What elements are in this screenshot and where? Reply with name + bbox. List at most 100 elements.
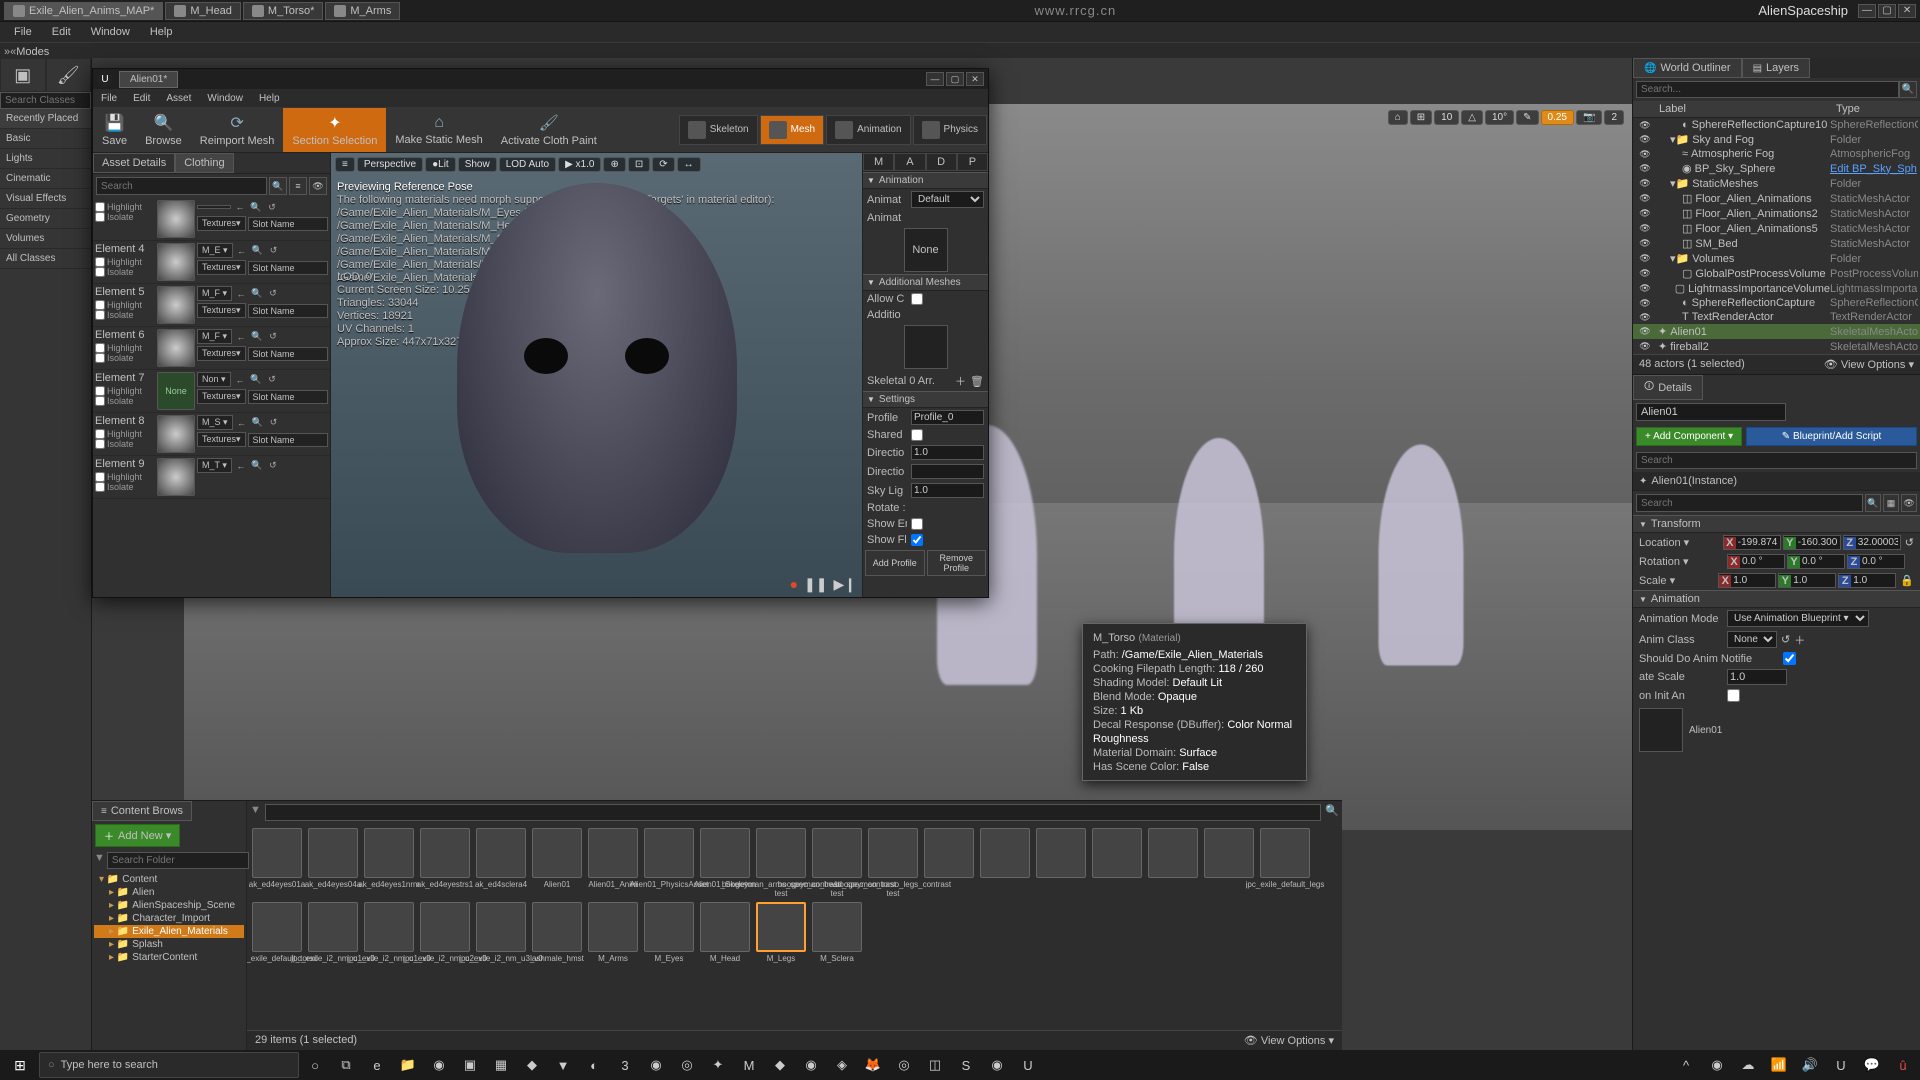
outliner-row[interactable]: 👁▾📁Sky and FogFolder [1633, 132, 1920, 147]
viewport-pill[interactable]: △ [1461, 110, 1483, 125]
clear-array-icon[interactable]: 🗑 [970, 375, 984, 388]
folder-tree-item[interactable]: ▸ 📁 AlienSpaceship_Scene [94, 899, 244, 912]
highlight-checkbox[interactable] [95, 386, 105, 396]
viewport-pill[interactable]: 2 [1604, 110, 1624, 125]
start-button[interactable]: ⊞ [2, 1051, 38, 1079]
visibility-toggle-icon[interactable]: 👁 [1635, 341, 1655, 352]
init-anim-checkbox[interactable] [1727, 689, 1740, 702]
component-list-item[interactable]: ✦ Alien01(Instance) [1633, 472, 1920, 491]
browse-icon[interactable]: ← [235, 416, 249, 430]
outliner-row[interactable]: 👁▾📁StaticMeshesFolder [1633, 176, 1920, 191]
asset-tile[interactable] [1035, 828, 1087, 898]
textures-dropdown[interactable]: Textures▾ [197, 389, 246, 404]
category-volumes[interactable]: Volumes [0, 229, 91, 249]
matrix-icon[interactable]: ▦ [1883, 494, 1899, 512]
location-x-input[interactable] [1736, 536, 1780, 549]
tray-icon[interactable]: ☁ [1733, 1051, 1763, 1079]
reset-icon[interactable]: ↺ [267, 416, 281, 430]
browse-icon[interactable]: ← [233, 373, 247, 387]
tab-content-browser[interactable]: ≡ Content Brows [92, 801, 192, 821]
highlight-checkbox[interactable] [95, 202, 105, 212]
content-view-options[interactable]: 👁 View Options ▾ [1244, 1034, 1334, 1047]
visibility-toggle-icon[interactable]: 👁 [1635, 283, 1655, 294]
visibility-toggle-icon[interactable]: 👁 [1635, 163, 1655, 174]
remove-profile-button[interactable]: Remove Profile [927, 550, 987, 576]
rate-scale-input[interactable] [1727, 669, 1787, 685]
float-menu-edit[interactable]: Edit [125, 91, 158, 106]
isolate-checkbox[interactable] [95, 212, 105, 222]
search-icon[interactable]: 🔍 [1899, 81, 1917, 98]
asset-tile[interactable]: ak_ed4eyes01a [251, 828, 303, 898]
visibility-toggle-icon[interactable]: 👁 [1635, 149, 1655, 160]
visibility-toggle-icon[interactable]: 👁 [1635, 326, 1655, 337]
skeletal-mesh-thumbnail[interactable] [1639, 708, 1683, 752]
tab-asset-details[interactable]: Asset Details [93, 153, 175, 173]
tab-clothing[interactable]: Clothing [175, 153, 233, 173]
material-dropdown[interactable]: M_F ▾ [197, 286, 232, 301]
viewport-option-button[interactable]: LOD Auto [499, 157, 556, 172]
taskbar-search-input[interactable]: ○ Type here to search [39, 1052, 299, 1078]
folder-tree-item[interactable]: ▸ 📁 Exile_Alien_Materials [94, 925, 244, 938]
direction-input-2[interactable] [911, 464, 984, 479]
category-all-classes[interactable]: All Classes [0, 249, 91, 269]
viewport-pill[interactable]: ✎ [1516, 110, 1538, 125]
slot-name-input[interactable]: Slot Name [248, 304, 328, 318]
browse-icon[interactable]: ＋ [1794, 632, 1805, 648]
window-close-button[interactable]: ✕ [1898, 4, 1916, 18]
use-icon[interactable]: 🔍 [251, 416, 265, 430]
rotation-z-input[interactable] [1860, 555, 1904, 568]
reset-icon[interactable]: ↺ [1905, 536, 1914, 549]
animation-slot[interactable]: None [904, 228, 948, 272]
reset-icon[interactable]: ↺ [265, 373, 279, 387]
isolate-checkbox[interactable] [95, 267, 105, 277]
float-menu-window[interactable]: Window [199, 91, 251, 106]
tab-world-outliner[interactable]: 🌐 World Outliner [1633, 58, 1742, 78]
textures-dropdown[interactable]: Textures▾ [197, 432, 246, 447]
material-thumbnail[interactable] [157, 200, 195, 238]
app-icon[interactable]: ◫ [920, 1051, 950, 1079]
play-forward-button[interactable]: ▶❙ [834, 576, 857, 593]
search-assets-input[interactable] [265, 804, 1321, 821]
cortana-icon[interactable]: ○ [300, 1051, 330, 1079]
allow-custom-checkbox[interactable] [911, 293, 923, 305]
outliner-row[interactable]: 👁≈Atmospheric FogAtmosphericFog [1633, 147, 1920, 161]
folder-tree-item[interactable]: ▾ 📁 Content [94, 873, 244, 886]
outliner-view-options[interactable]: 👁 View Options ▾ [1824, 358, 1914, 371]
material-dropdown[interactable] [197, 205, 231, 209]
folder-tree-item[interactable]: ▸ 📁 Splash [94, 938, 244, 951]
outliner-row[interactable]: 👁▾📁VolumesFolder [1633, 251, 1920, 266]
asset-tile[interactable]: jpc_exile_default_legs [1259, 828, 1311, 898]
location-z-input[interactable] [1856, 536, 1900, 549]
activate-cloth-paint-button[interactable]: 🖌Activate Cloth Paint [492, 108, 606, 152]
animation-mode-select[interactable]: Default [911, 191, 984, 208]
app-icon[interactable]: ◉ [641, 1051, 671, 1079]
save-button[interactable]: 💾Save [93, 108, 136, 152]
record-button[interactable]: ● [790, 576, 798, 593]
highlight-checkbox[interactable] [95, 472, 105, 482]
scale-y-input[interactable] [1791, 574, 1835, 587]
outliner-row[interactable]: 👁◐SphereReflectionCapture10SphereReflect… [1633, 118, 1920, 132]
asset-tile[interactable]: Alien01 [531, 828, 583, 898]
anim-notifier-checkbox[interactable] [1783, 652, 1796, 665]
visibility-toggle-icon[interactable]: 👁 [1635, 208, 1655, 219]
title-tab-0[interactable]: Exile_Alien_Anims_MAP* [4, 2, 163, 20]
title-tab-3[interactable]: M_Arms [325, 2, 400, 20]
visibility-toggle-icon[interactable]: 👁 [1635, 193, 1655, 204]
asset-tile[interactable]: M_Legs [755, 902, 807, 963]
explorer-icon[interactable]: 📁 [393, 1051, 423, 1079]
asset-tile[interactable]: ak_ed4sclera4 [475, 828, 527, 898]
app-icon[interactable]: ◆ [765, 1051, 795, 1079]
app-icon[interactable]: M [734, 1051, 764, 1079]
reset-icon[interactable]: ↺ [266, 330, 280, 344]
blender-icon[interactable]: ◉ [796, 1051, 826, 1079]
float-tab[interactable]: Alien01* [119, 71, 178, 88]
task-view-icon[interactable]: ⧉ [331, 1051, 361, 1079]
folder-tree-item[interactable]: ▸ 📁 StarterContent [94, 951, 244, 964]
float-menu-help[interactable]: Help [251, 91, 288, 106]
float-minimize-button[interactable]: — [926, 72, 944, 86]
show-floor-checkbox[interactable] [911, 534, 923, 546]
app-icon[interactable]: ▼ [548, 1051, 578, 1079]
isolate-checkbox[interactable] [95, 353, 105, 363]
search-classes-input[interactable] [0, 92, 91, 109]
notifications-icon[interactable]: 💬 [1857, 1051, 1887, 1079]
